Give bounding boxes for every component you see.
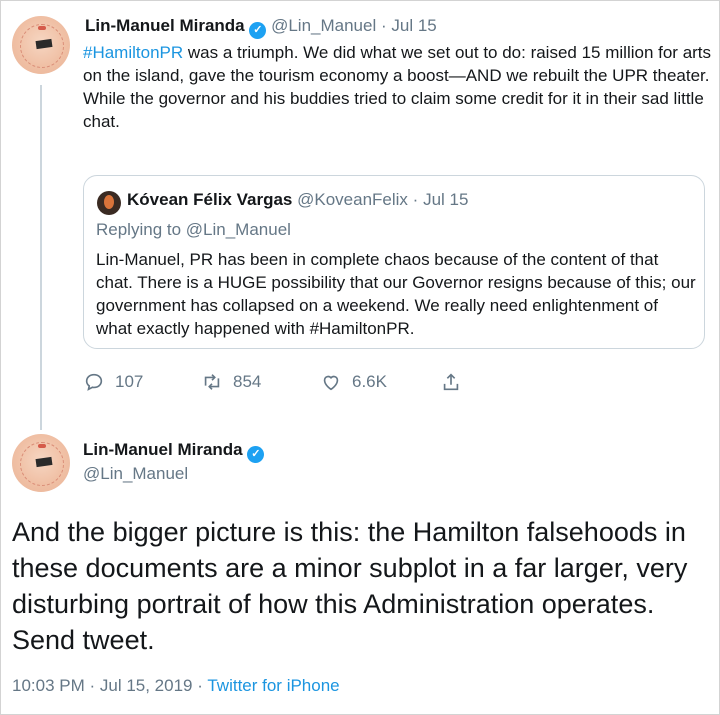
thread-connector-line <box>40 85 42 430</box>
reply-button[interactable]: 107 <box>83 368 143 396</box>
quoted-tweet-card[interactable]: Kóvean Félix Vargas @KoveanFelix · Jul 1… <box>83 175 705 349</box>
verified-badge-icon: ✓ <box>247 446 265 463</box>
tweet-meta: 10:03 PM · Jul 15, 2019 · Twitter for iP… <box>12 676 340 696</box>
separator: · <box>197 676 203 695</box>
quoted-date: Jul 15 <box>423 190 469 209</box>
quoted-text: Lin-Manuel, PR has been in complete chao… <box>96 250 696 338</box>
replying-handle: @Lin_Manuel <box>185 220 291 239</box>
author-name[interactable]: Lin-Manuel Miranda <box>83 440 243 459</box>
author-handle[interactable]: @Lin_Manuel <box>83 464 188 484</box>
retweet-icon <box>204 374 220 390</box>
like-count: 6.6K <box>352 372 387 391</box>
retweet-count: 854 <box>233 372 262 391</box>
verified-badge-icon: ✓ <box>249 22 267 39</box>
author-name[interactable]: Lin-Manuel Miranda <box>85 16 245 35</box>
tweet-actions: 107 854 6.6K <box>83 368 503 396</box>
share-icon <box>443 373 459 391</box>
separator: · <box>412 190 419 209</box>
source-link[interactable]: Twitter for iPhone <box>207 676 339 695</box>
tweet-timestamp[interactable]: 10:03 PM · Jul 15, 2019 <box>12 676 193 695</box>
avatar[interactable] <box>12 434 70 492</box>
reply-count: 107 <box>115 372 144 391</box>
tweet-date[interactable]: Jul 15 <box>391 16 436 35</box>
tweet2-header: Lin-Manuel Miranda ✓ <box>83 440 265 463</box>
quoted-author-handle: @KoveanFelix <box>297 190 408 209</box>
tweet1-text: #HamiltonPR was a triumph. We did what w… <box>83 41 713 133</box>
share-button[interactable] <box>440 368 462 396</box>
reply-icon <box>85 373 103 391</box>
quoted-header: Kóvean Félix Vargas @KoveanFelix · Jul 1… <box>127 190 468 210</box>
avatar[interactable] <box>12 16 70 74</box>
retweet-button[interactable]: 854 <box>201 368 261 396</box>
tweet2-text: And the bigger picture is this: the Hami… <box>12 517 688 655</box>
like-button[interactable]: 6.6K <box>320 368 387 396</box>
replying-to: Replying to @Lin_Manuel <box>96 220 291 240</box>
quoted-author-name: Kóvean Félix Vargas <box>127 190 293 209</box>
hashtag-link[interactable]: #HamiltonPR <box>83 43 183 62</box>
author-handle[interactable]: @Lin_Manuel <box>271 16 376 35</box>
tweet-text-line2: While the governor and his buddies tried… <box>83 89 704 131</box>
replying-prefix: Replying to <box>96 220 186 239</box>
separator: · <box>380 16 387 35</box>
like-icon <box>323 375 339 391</box>
tweet1-header: Lin-Manuel Miranda ✓ @Lin_Manuel · Jul 1… <box>85 16 437 39</box>
quoted-avatar[interactable] <box>97 191 121 215</box>
